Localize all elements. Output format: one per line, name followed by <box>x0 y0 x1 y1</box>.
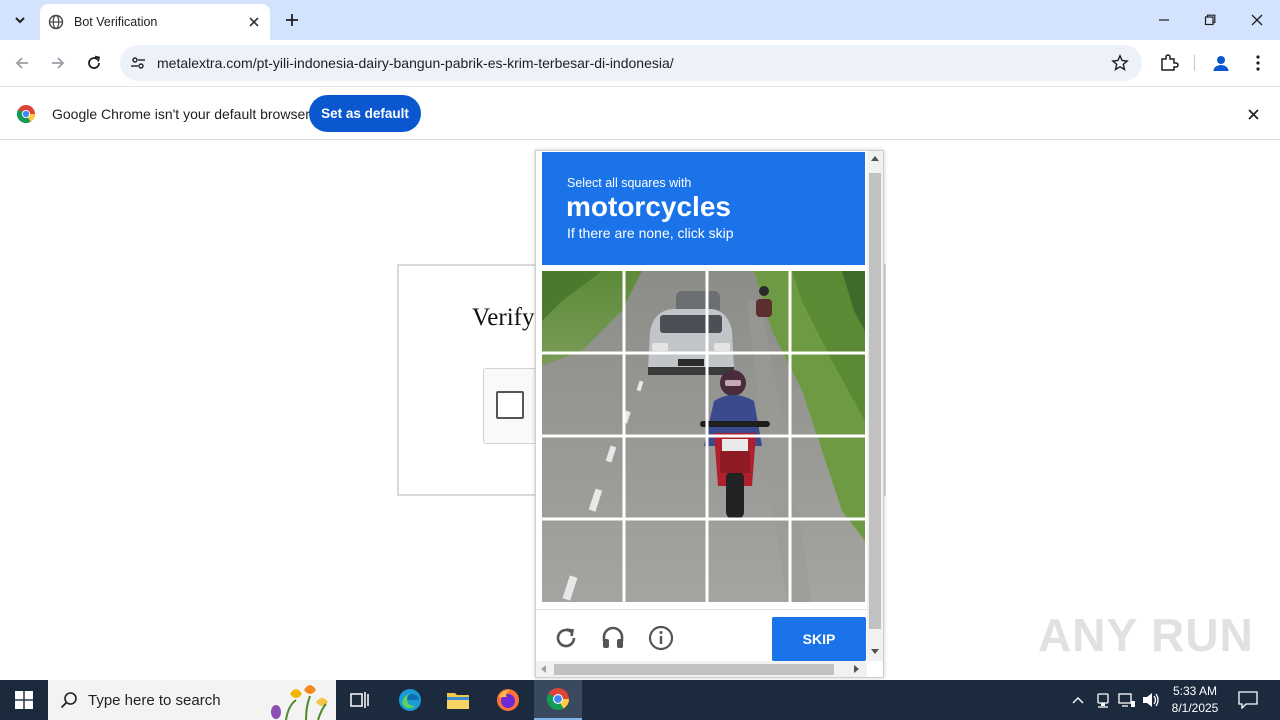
anyrun-watermark: ANY RUN <box>1038 609 1254 661</box>
captcha-header: Select all squares with motorcycles If t… <box>542 152 865 265</box>
reload-icon <box>88 55 101 69</box>
task-view-icon <box>350 692 369 708</box>
captcha-tile[interactable] <box>708 520 790 602</box>
captcha-target-word: motorcycles <box>566 191 731 222</box>
taskbar-search[interactable]: Type here to search <box>48 680 336 720</box>
tab-strip: Bot Verification <box>0 0 1280 40</box>
captcha-instruction: Select all squares with <box>567 176 692 190</box>
reload-button[interactable] <box>80 49 108 77</box>
tab-close-icon[interactable] <box>244 12 264 32</box>
site-info-icon[interactable] <box>126 51 150 75</box>
new-tab-button[interactable] <box>280 8 304 32</box>
clock-date: 8/1/2025 <box>1171 701 1219 715</box>
chrome-logo-icon <box>17 105 35 123</box>
scroll-up-icon[interactable] <box>871 156 879 161</box>
chrome-taskbar-button[interactable] <box>534 680 582 720</box>
tab-title: Bot Verification <box>74 15 158 29</box>
taskbar-clock[interactable]: 5:33 AM 8/1/2025 <box>1160 683 1230 717</box>
close-icon <box>1251 14 1263 26</box>
captcha-image-grid <box>542 271 865 602</box>
not-robot-checkbox[interactable] <box>496 391 524 419</box>
captcha-tile[interactable] <box>625 520 707 602</box>
arrow-left-icon <box>15 57 28 69</box>
menu-kebab-icon[interactable] <box>1246 51 1270 75</box>
chevron-down-icon <box>15 17 25 24</box>
captcha-tile[interactable] <box>542 354 624 436</box>
audio-challenge-icon[interactable] <box>599 624 627 652</box>
firefox-taskbar-button[interactable] <box>484 680 532 720</box>
browser-toolbar: metalextra.com/pt-yili-indonesia-dairy-b… <box>0 40 1280 86</box>
horizontal-scroll-thumb[interactable] <box>554 664 834 675</box>
chrome-icon <box>547 688 569 710</box>
clock-time: 5:33 AM <box>1172 684 1218 698</box>
skip-button[interactable]: SKIP <box>772 617 866 661</box>
toolbar-separator <box>1194 55 1195 71</box>
captcha-tile[interactable] <box>791 354 865 436</box>
network-icon[interactable] <box>1117 690 1137 710</box>
minimize-icon <box>1159 19 1169 21</box>
show-hidden-icons[interactable] <box>1068 690 1088 710</box>
tab-search-button[interactable] <box>6 6 34 34</box>
search-icon <box>60 692 77 709</box>
info-icon[interactable] <box>647 624 675 652</box>
edge-icon <box>399 689 421 711</box>
reload-challenge-icon[interactable] <box>552 624 580 652</box>
edge-taskbar-button[interactable] <box>386 680 434 720</box>
captcha-tile[interactable] <box>791 520 865 602</box>
forward-button[interactable] <box>44 49 72 77</box>
notifications-icon[interactable] <box>1238 690 1258 710</box>
captcha-tile[interactable] <box>542 271 624 353</box>
captcha-tile[interactable] <box>625 354 707 436</box>
plus-icon <box>286 14 298 26</box>
captcha-tile[interactable] <box>625 271 707 353</box>
default-browser-infobar: Google Chrome isn't your default browser… <box>0 86 1280 140</box>
start-button[interactable] <box>0 680 48 720</box>
tab-bot-verification[interactable]: Bot Verification <box>40 4 270 40</box>
captcha-tile[interactable] <box>542 520 624 602</box>
network-device-icon[interactable] <box>1093 690 1113 710</box>
tulips-decoration-icon <box>271 685 328 720</box>
volume-icon[interactable] <box>1141 690 1161 710</box>
horizontal-scrollbar[interactable] <box>536 661 867 677</box>
verify-heading: Verify <box>472 304 535 331</box>
captcha-tile[interactable] <box>791 437 865 519</box>
restore-button[interactable] <box>1187 0 1233 40</box>
captcha-hint: If there are none, click skip <box>567 225 734 241</box>
infobar-message: Google Chrome isn't your default browser <box>52 106 310 122</box>
minimize-button[interactable] <box>1141 0 1187 40</box>
captcha-tile[interactable] <box>708 271 790 353</box>
back-button[interactable] <box>8 49 36 77</box>
scroll-right-icon[interactable] <box>854 665 859 673</box>
firefox-icon <box>497 689 519 711</box>
profile-avatar-icon[interactable] <box>1209 51 1233 75</box>
captcha-tile[interactable] <box>791 271 865 353</box>
captcha-tile[interactable] <box>625 437 707 519</box>
url-text: metalextra.com/pt-yili-indonesia-dairy-b… <box>157 55 674 71</box>
bookmark-star-icon[interactable] <box>1110 53 1130 73</box>
captcha-challenge-popup: Select all squares with motorcycles If t… <box>535 150 884 678</box>
set-as-default-button[interactable]: Set as default <box>309 95 421 132</box>
captcha-tile[interactable] <box>708 354 790 436</box>
search-placeholder: Type here to search <box>88 692 221 709</box>
chevron-up-icon <box>1072 697 1084 704</box>
extensions-icon[interactable] <box>1157 51 1181 75</box>
captcha-tile[interactable] <box>542 437 624 519</box>
captcha-tile[interactable] <box>708 437 790 519</box>
close-window-button[interactable] <box>1234 0 1280 40</box>
scroll-left-icon[interactable] <box>541 665 546 673</box>
windows-taskbar: Type here to search 5:33 AM 8/1/2025 <box>0 680 1280 720</box>
arrow-right-icon <box>52 57 65 69</box>
globe-icon <box>48 14 64 30</box>
windows-logo-icon <box>15 691 33 709</box>
restore-icon <box>1204 14 1216 26</box>
vertical-scroll-thumb[interactable] <box>869 173 881 629</box>
file-explorer-taskbar-button[interactable] <box>434 680 482 720</box>
captcha-footer: SKIP <box>536 609 867 661</box>
scroll-down-icon[interactable] <box>871 649 879 654</box>
infobar-close-icon[interactable] <box>1243 104 1263 124</box>
task-view-button[interactable] <box>336 680 384 720</box>
folder-icon <box>447 693 469 709</box>
vertical-scrollbar[interactable] <box>867 151 883 661</box>
address-bar[interactable]: metalextra.com/pt-yili-indonesia-dairy-b… <box>120 45 1142 81</box>
